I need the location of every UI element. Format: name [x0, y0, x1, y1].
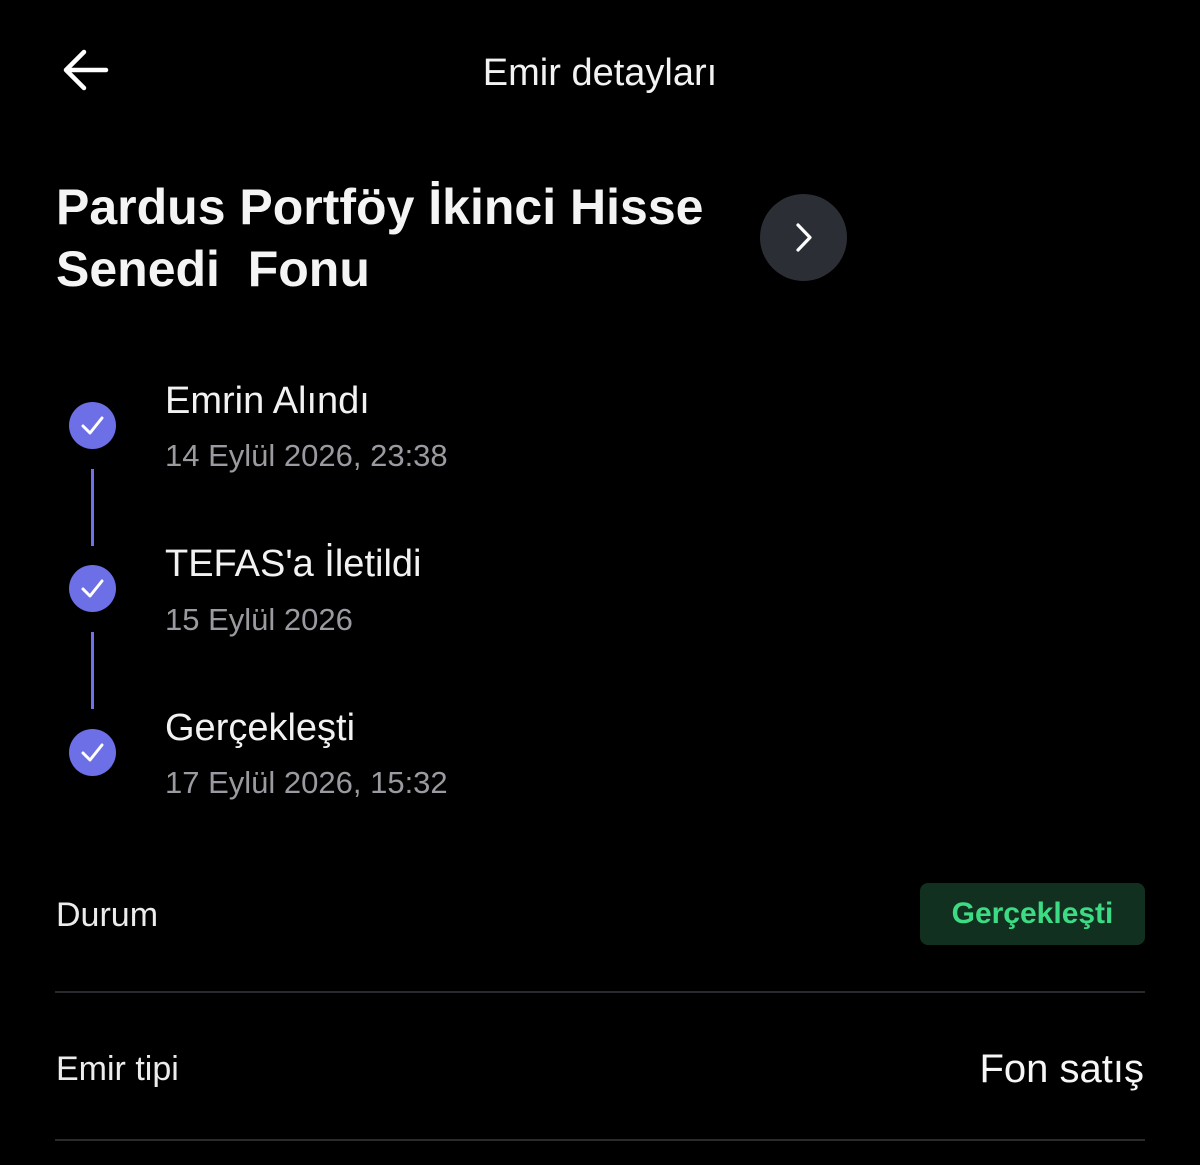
divider [55, 991, 1145, 993]
check-icon [81, 579, 104, 598]
top-bar: Emir detayları [0, 0, 1200, 140]
check-icon [81, 416, 104, 435]
status-label: Durum [56, 896, 159, 934]
step-check [69, 565, 116, 612]
fund-name: Pardus Portföy İkinci Hisse Senedi Fonu [56, 176, 756, 300]
status-badge: Gerçekleşti [920, 883, 1145, 945]
step-date: 14 Eylül 2026, 23:38 [165, 438, 448, 473]
timeline-connector [91, 632, 94, 709]
step-check [69, 402, 116, 449]
fund-name-line-2: Senedi Fonu [56, 241, 370, 297]
fund-name-line-1: Pardus Portföy İkinci Hisse [56, 179, 704, 235]
step-check [69, 729, 116, 776]
order-type-value: Fon satış [979, 1047, 1144, 1091]
chevron-right-icon [796, 223, 812, 252]
step-date: 17 Eylül 2026, 15:32 [165, 765, 448, 800]
page-title: Emir detayları [482, 52, 718, 94]
step-date: 15 Eylül 2026 [165, 602, 353, 637]
order-type-label: Emir tipi [56, 1050, 179, 1088]
step-title: Gerçekleşti [165, 707, 356, 749]
divider [55, 1139, 1145, 1141]
fund-detail-button[interactable] [760, 194, 847, 281]
check-icon [81, 743, 104, 762]
step-title: TEFAS'a İletildi [165, 543, 422, 585]
step-title: Emrin Alındı [165, 380, 370, 422]
timeline-connector [91, 469, 94, 546]
